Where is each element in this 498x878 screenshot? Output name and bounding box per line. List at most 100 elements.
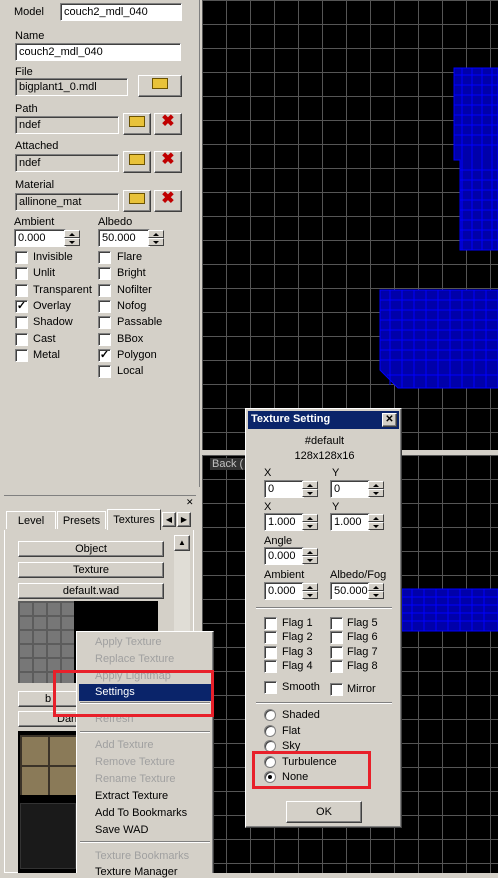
flag-checkbox[interactable] [15, 267, 28, 281]
texture-tile-thumbnail[interactable] [20, 735, 76, 795]
tab-scroll-left-button[interactable]: ◀ [162, 512, 176, 527]
flag-checkbox[interactable] [98, 316, 111, 330]
file-field[interactable]: bigplant1_0.mdl [15, 78, 128, 96]
texture-flag-checkbox[interactable] [264, 660, 277, 673]
material-field[interactable]: allinone_mat [15, 193, 119, 211]
attached-field[interactable]: ndef [15, 154, 119, 172]
texture-flag-checkbox[interactable] [264, 617, 277, 630]
texture-flag-checkbox[interactable] [264, 631, 277, 644]
flag-checkbox[interactable]: ✓ [15, 299, 28, 313]
attached-clear-button[interactable]: ✖ [154, 151, 182, 173]
menu-item[interactable]: Apply Texture [95, 636, 161, 648]
texture-button[interactable]: Texture [18, 562, 164, 578]
material-browse-button[interactable] [123, 190, 151, 212]
ambient-spinner[interactable] [64, 230, 80, 246]
model-field[interactable]: couch2_mdl_040 [60, 3, 182, 21]
flag-checkbox[interactable] [15, 316, 28, 330]
texture-flag-checkbox[interactable] [330, 660, 343, 673]
flag-checkbox[interactable] [98, 299, 111, 313]
flag-checkbox[interactable] [15, 348, 28, 362]
flag-checkbox[interactable] [98, 267, 111, 281]
menu-item[interactable]: Add Texture [95, 739, 154, 751]
offset-x-spinner[interactable] [302, 481, 318, 497]
tab-scroll-right-button[interactable]: ▶ [177, 512, 191, 527]
texture-thumbnail-area-2[interactable] [18, 731, 78, 873]
wad-button[interactable]: default.wad [18, 583, 164, 599]
flag-label: Invisible [33, 251, 73, 263]
scroll-up-button[interactable]: ▲ [174, 535, 190, 551]
angle-spinner[interactable] [302, 548, 318, 564]
menu-item[interactable]: Rename Texture [95, 773, 176, 785]
path-clear-button[interactable]: ✖ [154, 113, 182, 135]
albedo-field[interactable]: 50.000 [98, 229, 150, 247]
angle-field[interactable]: 0.000 [264, 547, 304, 565]
dialog-ambient-field[interactable]: 0.000 [264, 582, 304, 600]
mesh-wireframe-top [379, 67, 498, 389]
flag-label: Passable [117, 316, 163, 329]
shading-radio[interactable] [264, 709, 276, 721]
flag-checkbox[interactable] [98, 365, 111, 379]
attached-browse-button[interactable] [123, 151, 151, 173]
dialog-ambient-spinner[interactable] [302, 583, 318, 599]
file-browse-button[interactable] [138, 75, 182, 97]
scale-x-field[interactable]: 1.000 [264, 513, 304, 531]
flag-checkbox[interactable] [15, 332, 28, 346]
flag-checkbox[interactable]: ✓ [98, 348, 111, 362]
delete-x-icon: ✖ [161, 113, 175, 130]
tab-level-label: Level [17, 515, 45, 527]
ambient-field[interactable]: 0.000 [14, 229, 66, 247]
close-icon[interactable]: ✕ [186, 497, 194, 508]
texture-name: #default [304, 435, 345, 447]
menu-item[interactable]: Texture Bookmarks [95, 850, 189, 862]
tab-presets[interactable]: Presets [57, 511, 106, 529]
material-clear-button[interactable]: ✖ [154, 190, 182, 212]
ok-button[interactable]: OK [286, 801, 362, 823]
path-browse-button[interactable] [123, 113, 151, 135]
tab-level[interactable]: Level [6, 511, 56, 529]
name-field[interactable]: couch2_mdl_040 [15, 43, 181, 61]
dialog-albedo-spinner[interactable] [368, 583, 384, 599]
mirror-checkbox[interactable] [330, 683, 343, 696]
texture-flag-checkbox[interactable] [330, 631, 343, 644]
dialog-close-button[interactable]: ✕ [382, 413, 397, 427]
shading-radio[interactable] [264, 725, 276, 737]
path-field[interactable]: ndef [15, 116, 119, 134]
texture-dark-thumbnail[interactable] [20, 803, 76, 869]
flag-label: Cast [33, 332, 56, 345]
menu-item[interactable]: Save WAD [95, 824, 148, 836]
flag-checkbox[interactable] [98, 251, 111, 264]
flag-label: Local [117, 365, 144, 378]
dialog-albedo-field[interactable]: 50.000 [330, 582, 370, 600]
texture-flag-label: Flag 8 [347, 660, 378, 672]
angle-label: Angle [264, 535, 293, 547]
texture-flag-checkbox[interactable] [264, 646, 277, 659]
offset-y-spinner[interactable] [368, 481, 384, 497]
object-button[interactable]: Object [18, 541, 164, 557]
menu-item[interactable]: Texture Manager [95, 866, 178, 878]
folder-icon [129, 116, 145, 127]
albedo-spinner[interactable] [148, 230, 164, 246]
viewport-top[interactable] [202, 0, 498, 450]
flag-checkbox[interactable] [15, 251, 28, 264]
texture-flag-checkbox[interactable] [330, 646, 343, 659]
folder-icon [129, 154, 145, 165]
menu-item[interactable]: Extract Texture [95, 790, 168, 802]
scale-y-spinner[interactable] [368, 514, 384, 530]
offset-x-field[interactable]: 0 [264, 480, 304, 498]
menu-separator [80, 731, 210, 733]
flag-checkbox[interactable] [98, 283, 111, 297]
flag-checkbox[interactable] [15, 283, 28, 297]
highlight-settings-box [53, 670, 214, 717]
scale-y-field[interactable]: 1.000 [330, 513, 370, 531]
texture-flag-checkbox[interactable] [330, 617, 343, 630]
tab-textures[interactable]: Textures [107, 509, 161, 530]
menu-item[interactable]: Remove Texture [95, 756, 175, 768]
offset-y-field[interactable]: 0 [330, 480, 370, 498]
menu-item[interactable]: Replace Texture [95, 653, 174, 665]
texture-flag-label: Flag 2 [282, 631, 313, 643]
smooth-checkbox[interactable] [264, 681, 277, 694]
texture-size: 128x128x16 [294, 450, 355, 462]
scale-x-spinner[interactable] [302, 514, 318, 530]
flag-checkbox[interactable] [98, 332, 111, 346]
menu-item[interactable]: Add To Bookmarks [95, 807, 187, 819]
